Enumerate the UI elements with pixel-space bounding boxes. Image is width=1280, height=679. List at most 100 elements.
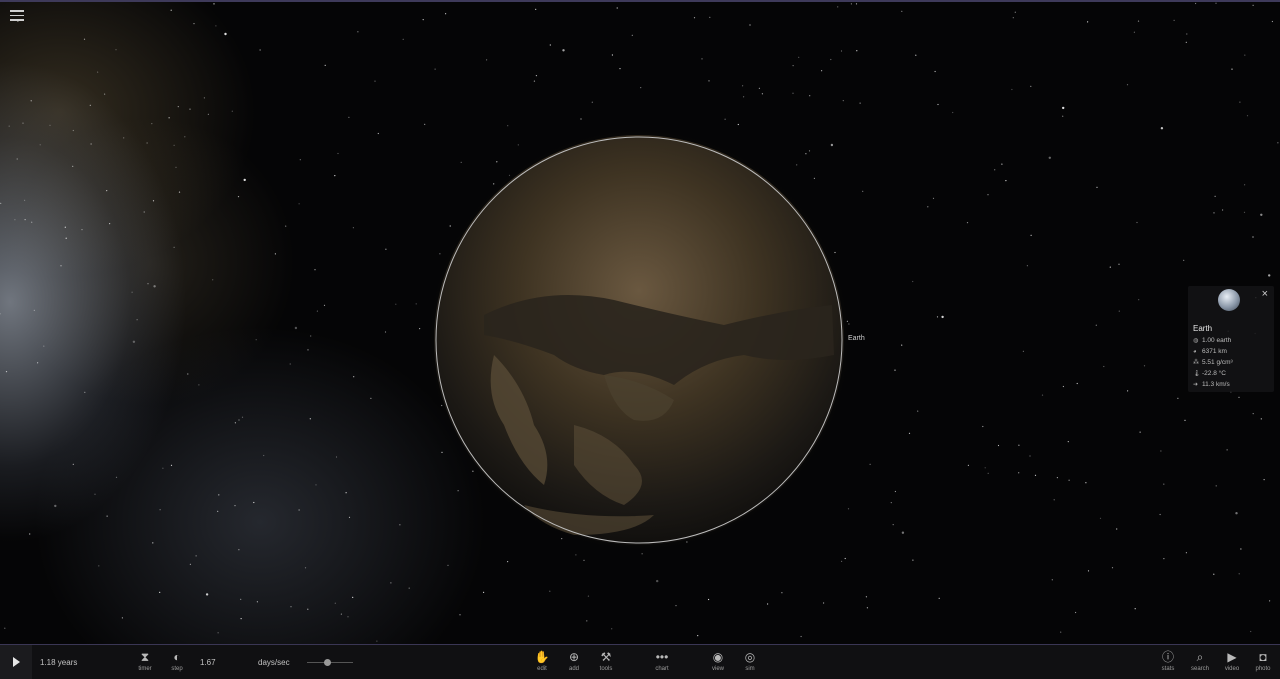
star [31, 221, 33, 223]
velocity-icon: ➜ [1193, 382, 1199, 388]
star [486, 59, 488, 61]
star [170, 464, 173, 466]
star [1215, 485, 1217, 487]
play-icon[interactable] [0, 645, 32, 679]
star [178, 191, 181, 193]
step-button[interactable]: ◐ step [160, 649, 194, 677]
star [106, 515, 108, 517]
star [611, 54, 614, 56]
star [533, 80, 536, 82]
star [314, 269, 316, 271]
star [304, 567, 307, 569]
timer-button[interactable]: ⧗ timer [128, 649, 162, 677]
star [866, 607, 869, 609]
earth-planet[interactable] [424, 125, 854, 555]
slider-knob[interactable] [324, 659, 332, 666]
star [106, 190, 108, 192]
star [370, 397, 372, 399]
star [298, 203, 300, 205]
hamburger-icon[interactable] [10, 10, 24, 22]
star [285, 225, 287, 227]
star [30, 100, 32, 102]
star [1075, 611, 1077, 614]
star [16, 158, 18, 160]
star [90, 143, 92, 145]
star [1034, 474, 1037, 476]
star [856, 50, 858, 52]
star [938, 597, 940, 599]
tool-sim[interactable]: ◎ sim [733, 649, 767, 677]
star [263, 454, 265, 457]
tool-edit[interactable]: ✋ edit [525, 649, 559, 677]
tool-label: photo [1255, 666, 1271, 672]
stat-value: 1.00 earth [1202, 337, 1232, 344]
star [1238, 573, 1240, 575]
star [60, 265, 62, 267]
star [147, 283, 149, 285]
star [1252, 236, 1254, 238]
star [901, 531, 905, 534]
tool-tools[interactable]: ⚒ tools [589, 649, 623, 677]
star [1111, 567, 1114, 569]
tool-photo[interactable]: ◘ photo [1246, 649, 1280, 677]
star [415, 303, 417, 305]
sim-icon: ◎ [744, 650, 756, 664]
star [1018, 472, 1020, 474]
star [701, 58, 703, 60]
star [1222, 209, 1224, 211]
star [987, 472, 989, 474]
star [218, 494, 220, 496]
stat-value: 5.51 g/cm³ [1202, 359, 1233, 366]
tool-chart[interactable]: ••• chart [645, 649, 679, 677]
star [656, 579, 659, 583]
star [1056, 477, 1058, 479]
tool-video[interactable]: ▶ video [1215, 649, 1249, 677]
star [1062, 385, 1064, 388]
speed-slider[interactable] [307, 659, 353, 666]
star [583, 559, 585, 561]
tool-stats[interactable]: ⓘ stats [1151, 649, 1185, 677]
star [842, 100, 844, 102]
tool-label: view [711, 666, 724, 672]
star [22, 122, 24, 124]
star [234, 505, 236, 507]
star [238, 419, 240, 421]
star [840, 50, 843, 52]
body-name[interactable]: Earth [1193, 324, 1212, 333]
star [724, 118, 726, 120]
star [1277, 142, 1279, 144]
star [708, 598, 710, 601]
star [131, 291, 133, 293]
tool-view[interactable]: ◉ view [701, 649, 735, 677]
star [892, 524, 894, 526]
star [591, 101, 593, 103]
star [894, 369, 896, 371]
star [549, 44, 551, 46]
star [1060, 631, 1062, 633]
stat-temperature: 🌡 -22.8 °C [1193, 370, 1226, 377]
star [256, 601, 258, 603]
tool-search[interactable]: ⌕ search [1183, 649, 1217, 677]
earth-label[interactable]: Earth [848, 335, 865, 342]
search-icon: ⌕ [1196, 650, 1204, 664]
star [255, 339, 257, 341]
star [1095, 324, 1097, 326]
star [353, 376, 355, 378]
star [193, 23, 195, 25]
star [936, 316, 939, 318]
star [1239, 101, 1241, 103]
star [1246, 115, 1249, 117]
star [749, 24, 751, 26]
star [1160, 127, 1164, 130]
star [1053, 499, 1055, 501]
star [1011, 88, 1013, 91]
star [758, 87, 761, 89]
timer-label: timer [138, 666, 152, 672]
star [1118, 263, 1120, 265]
tool-add[interactable]: ⊕ add [557, 649, 591, 677]
close-icon[interactable]: × [1262, 288, 1268, 300]
star [309, 418, 311, 420]
star [173, 246, 175, 248]
star [619, 68, 621, 70]
star [1177, 397, 1179, 399]
